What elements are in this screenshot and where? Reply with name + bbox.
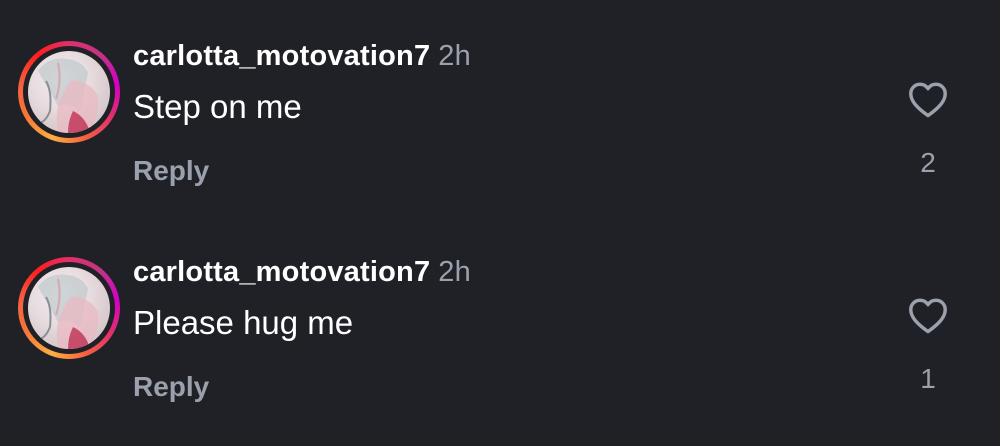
comment-timestamp: 2h: [438, 256, 471, 288]
avatar[interactable]: [28, 267, 110, 349]
avatar-image: [38, 274, 99, 349]
heart-icon[interactable]: [906, 294, 950, 338]
heart-icon[interactable]: [906, 78, 950, 122]
comment-item: carlotta_motovation7 2h Step on me Reply …: [0, 0, 1000, 186]
avatar-image: [38, 58, 99, 133]
comment-item: carlotta_motovation7 2h Please hug me Rep…: [0, 216, 1000, 402]
comment-text: Please hug me: [133, 304, 354, 341]
comment-text: Step on me: [133, 88, 302, 125]
avatar-ring-gap: [23, 262, 115, 354]
username-link[interactable]: carlotta_motovation7: [133, 40, 430, 72]
username-link[interactable]: carlotta_motovation7: [133, 256, 430, 288]
avatar-ring-gap: [23, 46, 115, 138]
reply-button[interactable]: Reply: [133, 155, 209, 187]
comment-header: carlotta_motovation7 2h: [133, 256, 471, 289]
avatar[interactable]: [28, 51, 110, 133]
like-count: 1: [920, 363, 936, 394]
comment-header: carlotta_motovation7 2h: [133, 40, 471, 73]
reply-button[interactable]: Reply: [133, 371, 209, 403]
story-ring[interactable]: [18, 257, 120, 359]
story-ring[interactable]: [18, 41, 120, 143]
like-count: 2: [920, 147, 936, 178]
comment-timestamp: 2h: [438, 40, 471, 72]
